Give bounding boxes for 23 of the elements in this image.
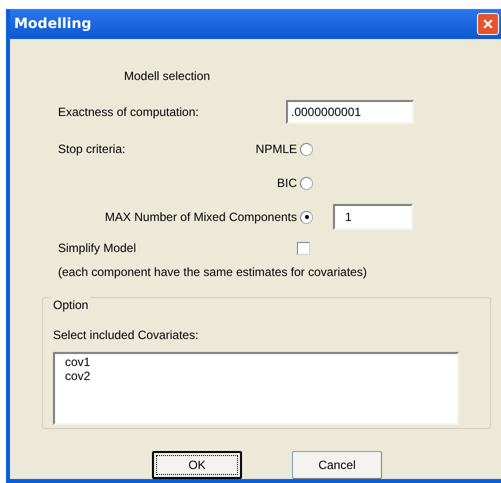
group-title: Option bbox=[51, 296, 90, 314]
radio-button[interactable] bbox=[300, 210, 313, 224]
note-text: (each component have the same estimates for covariates) bbox=[58, 264, 367, 281]
radio-label: NPMLE bbox=[256, 141, 297, 158]
cancel-button[interactable]: Cancel bbox=[292, 451, 382, 479]
covariates-list[interactable]: cov1 cov2 bbox=[53, 352, 459, 425]
radio-label: MAX Number of Mixed Components bbox=[104, 209, 297, 226]
ok-button[interactable]: OK bbox=[152, 451, 242, 479]
field-label: Exactness of computation: bbox=[58, 104, 200, 121]
field-label: Stop criteria: bbox=[58, 141, 126, 158]
radio-button[interactable] bbox=[300, 176, 313, 190]
list-item[interactable]: cov1 bbox=[65, 355, 90, 369]
checkbox[interactable] bbox=[297, 242, 310, 254]
components-field[interactable]: 1 bbox=[333, 204, 413, 230]
close-button[interactable]: × bbox=[477, 13, 499, 35]
radio-label: BIC bbox=[276, 175, 297, 192]
list-label: Select included Covariates: bbox=[53, 328, 198, 342]
window-title: Modelling bbox=[14, 14, 92, 34]
section-heading: Modell selection bbox=[124, 68, 210, 85]
exactness-field[interactable]: .0000000001 bbox=[286, 100, 414, 124]
list-item[interactable]: cov2 bbox=[65, 369, 90, 383]
radio-button[interactable] bbox=[300, 142, 313, 156]
checkbox-label: Simplify Model bbox=[58, 240, 138, 257]
